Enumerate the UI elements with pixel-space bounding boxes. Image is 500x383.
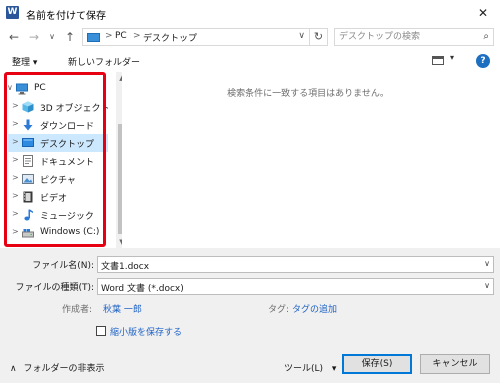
navigation-bar: ← → ∨ ↑ > PC > デスクトップ ∨ ↻ ⌕ — [0, 26, 500, 48]
sidebar-item-label: Windows (C:) — [40, 227, 100, 237]
word-app-icon: W — [6, 6, 19, 19]
expand-chevron-icon[interactable]: > — [12, 155, 19, 164]
new-folder-button[interactable]: 新しいフォルダー — [68, 55, 140, 68]
filename-field[interactable]: 文書1.docx ∨ — [97, 256, 494, 273]
expand-chevron-icon[interactable]: > — [12, 191, 19, 200]
drive-icon — [22, 229, 34, 238]
breadcrumb-separator: > — [105, 31, 113, 41]
sidebar-item-downloads[interactable]: > ダウンロード — [8, 116, 108, 134]
change-view-button[interactable]: ▾ — [432, 53, 462, 68]
tools-label: ツール(L) — [284, 364, 324, 374]
title-bar: W 名前を付けて保存 ✕ — [0, 0, 500, 26]
expand-chevron-icon[interactable]: > — [12, 173, 19, 182]
save-button[interactable]: 保存(S) — [342, 354, 412, 374]
breadcrumb-desktop[interactable]: デスクトップ — [143, 31, 197, 44]
author-value[interactable]: 秋葉 一郎 — [103, 302, 142, 315]
tags-value[interactable]: タグの追加 — [292, 302, 337, 315]
expand-chevron-icon[interactable]: > — [12, 101, 19, 110]
tools-dropdown-icon: ▾ — [331, 364, 337, 374]
navigation-pane: ∨ PC > 3D オブジェクト > ダウンロード > デスクトップ > ドキュ… — [7, 72, 128, 248]
filetype-value: Word 文書 (*.docx) — [101, 284, 184, 294]
filename-dropdown-icon[interactable]: ∨ — [484, 259, 490, 268]
expand-chevron-icon[interactable]: > — [12, 209, 19, 218]
address-dropdown-icon[interactable]: ∨ — [298, 31, 305, 41]
picture-icon — [22, 174, 34, 184]
back-arrow-icon[interactable]: ← — [6, 29, 22, 45]
hide-folders-label: フォルダーの非表示 — [23, 364, 105, 374]
save-thumbnail-label[interactable]: 縮小版を保存する — [110, 325, 182, 338]
sidebar-item-videos[interactable]: > ビデオ — [8, 188, 108, 206]
desktop-icon — [22, 138, 34, 147]
video-icon — [23, 191, 33, 203]
breadcrumb-pc[interactable]: PC — [115, 31, 127, 41]
up-arrow-icon[interactable]: ↑ — [62, 29, 78, 45]
chevron-up-icon: ∧ — [10, 364, 17, 374]
sidebar-item-pc[interactable]: ∨ PC — [7, 80, 108, 98]
cube-icon — [22, 101, 34, 113]
help-icon[interactable]: ? — [476, 54, 490, 68]
sidebar-item-label: 3D オブジェクト — [40, 104, 110, 114]
expand-chevron-icon[interactable]: > — [12, 119, 19, 128]
sidebar-item-label: ピクチャ — [40, 176, 76, 186]
file-list-pane[interactable]: 検索条件に一致する項目はありません。 — [122, 72, 494, 248]
recent-locations-dropdown-icon[interactable]: ∨ — [44, 29, 60, 45]
computer-icon — [87, 33, 100, 42]
close-button[interactable]: ✕ — [474, 4, 492, 22]
save-thumbnail-checkbox[interactable] — [96, 326, 106, 336]
filename-value[interactable]: 文書1.docx — [101, 259, 149, 272]
author-label: 作成者: — [62, 305, 93, 315]
document-icon — [23, 155, 33, 167]
filetype-dropdown-icon[interactable]: ∨ — [484, 281, 490, 290]
organize-menu[interactable]: 整理 ▾ — [12, 55, 37, 68]
sidebar-item-3d-objects[interactable]: > 3D オブジェクト — [8, 98, 110, 116]
sidebar-item-label: デスクトップ — [40, 140, 95, 150]
view-icon — [432, 56, 444, 65]
sidebar-item-label: ドキュメント — [40, 158, 95, 168]
expand-chevron-icon[interactable]: > — [12, 227, 19, 236]
filetype-select[interactable]: Word 文書 (*.docx) ∨ — [97, 278, 494, 295]
search-input[interactable] — [335, 29, 475, 45]
cancel-button[interactable]: キャンセル — [420, 354, 490, 374]
sidebar-item-label: ダウンロード — [40, 122, 95, 132]
command-toolbar: 整理 ▾ 新しいフォルダー ▾ ? — [0, 50, 500, 72]
breadcrumb-separator: > — [133, 31, 141, 41]
sidebar-item-music[interactable]: > ミュージック — [8, 206, 108, 224]
view-dropdown-icon[interactable]: ▾ — [450, 53, 454, 62]
search-box[interactable]: ⌕ — [334, 28, 494, 46]
empty-results-message: 検索条件に一致する項目はありません。 — [227, 89, 389, 99]
sidebar-item-desktop[interactable]: > デスクトップ — [8, 134, 108, 152]
sidebar-item-label: ミュージック — [40, 212, 94, 222]
sidebar-item-pictures[interactable]: > ピクチャ — [8, 170, 108, 188]
download-arrow-icon — [23, 119, 33, 131]
computer-icon — [16, 83, 28, 95]
filetype-label: ファイルの種類(T): — [15, 283, 94, 293]
collapse-chevron-icon[interactable]: ∨ — [7, 83, 13, 92]
sidebar-item-documents[interactable]: > ドキュメント — [8, 152, 108, 170]
sidebar-item-label: ビデオ — [40, 194, 68, 204]
tags-label: タグ: — [268, 305, 290, 315]
sidebar-item-windows-c[interactable]: > Windows (C:) — [8, 224, 108, 242]
search-icon[interactable]: ⌕ — [483, 31, 489, 42]
filename-label: ファイル名(N): — [32, 261, 94, 271]
window-title: 名前を付けて保存 — [26, 11, 106, 22]
forward-arrow-icon[interactable]: → — [26, 29, 42, 45]
expand-chevron-icon[interactable]: > — [12, 137, 19, 146]
hide-folders-toggle[interactable]: ∧ フォルダーの非表示 — [10, 361, 104, 374]
refresh-icon[interactable]: ↻ — [310, 28, 328, 46]
address-bar[interactable]: > PC > デスクトップ ∨ — [82, 28, 310, 46]
sidebar-item-label: PC — [34, 83, 46, 93]
tools-menu[interactable]: ツール(L) ▾ — [284, 361, 336, 374]
music-note-icon — [24, 209, 33, 221]
